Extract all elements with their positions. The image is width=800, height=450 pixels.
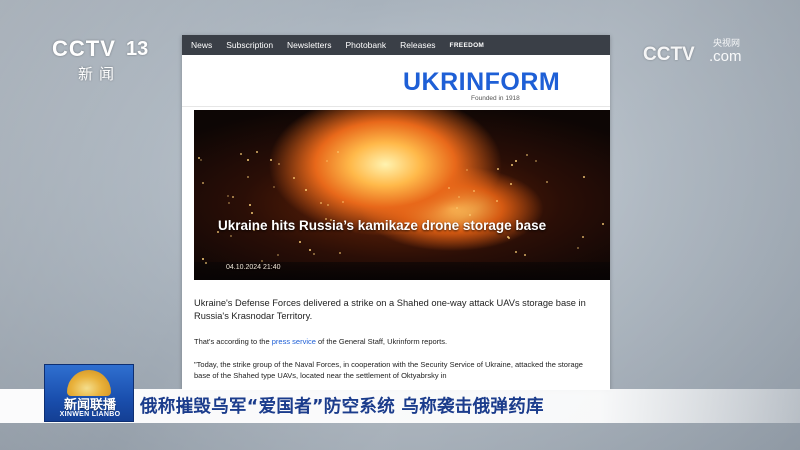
nav-subscription[interactable]: Subscription (226, 40, 273, 50)
watermark-brand: CCTV (643, 44, 695, 65)
site-top-nav: News Subscription Newsletters Photobank … (182, 35, 610, 55)
spark (473, 190, 475, 192)
spark (327, 204, 329, 206)
spark (232, 196, 234, 198)
spark (577, 247, 579, 249)
program-name-en: XINWEN LIANBO (59, 411, 121, 418)
spark (326, 160, 328, 162)
site-masthead: UKRINFORM Founded in 1918 (182, 55, 610, 107)
article-paragraph-3: "Today, the strike group of the Naval Fo… (194, 360, 583, 380)
globe-icon (67, 370, 111, 396)
spark (515, 251, 517, 253)
spark (458, 196, 460, 198)
spark (496, 200, 498, 202)
nav-photobank[interactable]: Photobank (345, 40, 386, 50)
spark (256, 151, 258, 153)
spark (270, 159, 272, 161)
cctv13-channel-logo: CCTV 13 新闻 (52, 36, 162, 86)
spark (261, 260, 263, 262)
channel-number: 13 (126, 38, 149, 60)
spark (510, 183, 512, 185)
spark (515, 160, 517, 162)
spark (251, 212, 253, 214)
channel-subtitle: 新闻 (78, 65, 121, 83)
spark (339, 252, 341, 254)
nav-releases[interactable]: Releases (400, 40, 435, 50)
spark (198, 157, 200, 159)
spark (583, 176, 585, 178)
news-caption: 俄称摧毁乌军“爱国者”防空系统 乌称袭击俄弹药库 (140, 397, 544, 417)
spark (546, 181, 548, 183)
spark (247, 176, 249, 178)
spark (305, 189, 307, 191)
spark (228, 202, 230, 204)
spark (526, 154, 528, 156)
spark (309, 249, 311, 251)
article-lead: Ukraine's Defense Forces delivered a str… (194, 298, 586, 321)
spark (293, 177, 295, 179)
p2-text-after: of the General Staff, Ukrinform reports. (315, 337, 448, 346)
ukrinform-webpage: News Subscription Newsletters Photobank … (182, 35, 610, 390)
spark (320, 202, 322, 204)
nav-news[interactable]: News (191, 40, 212, 50)
spark (524, 254, 526, 256)
spark (227, 195, 229, 197)
spark (247, 159, 249, 161)
channel-brand: CCTV (52, 36, 116, 61)
spark (200, 159, 202, 161)
spark (507, 236, 509, 238)
hero-headline[interactable]: Ukraine hits Russia’s kamikaze drone sto… (218, 216, 578, 235)
spark (202, 182, 204, 184)
hero-explosion-image: Ukraine hits Russia’s kamikaze drone sto… (194, 110, 610, 280)
spark (273, 186, 275, 188)
nav-freedom[interactable]: FREEDOM (450, 42, 485, 49)
spark (535, 160, 537, 162)
founded-tagline: Founded in 1918 (471, 95, 520, 102)
watermark-domain: .com (709, 48, 742, 65)
spark (299, 241, 301, 243)
cctv-com-watermark: 央视网 CCTV .com (643, 36, 753, 70)
hero-date: 04.10.2024 21:40 (226, 264, 281, 271)
spark (448, 187, 450, 189)
spark (277, 254, 279, 256)
spark (456, 207, 458, 209)
p2-text-before: That's according to the (194, 337, 272, 346)
spark (342, 201, 344, 203)
spark (313, 253, 315, 255)
ukrinform-logo[interactable]: UKRINFORM (403, 68, 560, 97)
spark (497, 168, 499, 170)
spark (511, 164, 513, 166)
spark (230, 235, 232, 237)
article-body: Ukraine's Defense Forces delivered a str… (194, 297, 598, 381)
spark (240, 153, 242, 155)
xinwen-lianbo-logo: 新闻联播 XINWEN LIANBO (44, 364, 134, 422)
article-paragraph-2: That's according to the press service of… (194, 336, 598, 347)
spark (582, 236, 584, 238)
spark (205, 262, 207, 264)
spark (602, 223, 604, 225)
spark (466, 169, 468, 171)
spark (249, 204, 251, 206)
spark (278, 163, 280, 165)
press-service-link[interactable]: press service (272, 337, 316, 346)
spark (202, 258, 204, 260)
nav-newsletters[interactable]: Newsletters (287, 40, 331, 50)
spark (337, 151, 339, 153)
